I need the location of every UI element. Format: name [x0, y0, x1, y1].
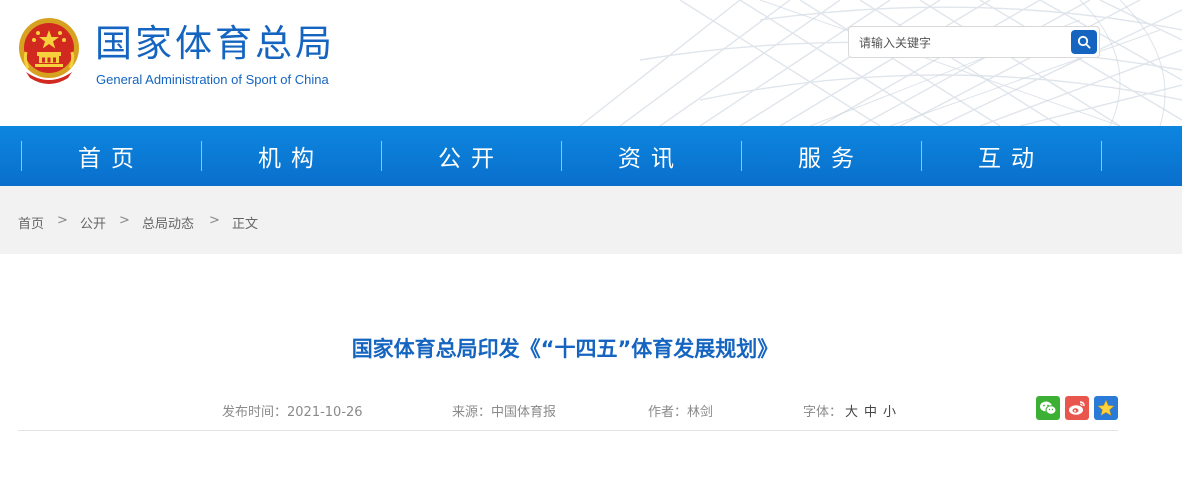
nav-item-organization[interactable]: 机构: [201, 126, 381, 186]
search-button[interactable]: [1071, 30, 1097, 54]
breadcrumb: 首页 > 公开 > 总局动态 > 正文: [0, 186, 1182, 254]
font-size-small-button[interactable]: 小: [883, 401, 896, 420]
nav-item-news[interactable]: 资讯: [561, 126, 741, 186]
stadium-lattice-decoration: [579, 0, 1182, 126]
nav-item-interaction[interactable]: 互动: [921, 126, 1101, 186]
breadcrumb-separator: >: [57, 213, 68, 228]
share-wechat-button[interactable]: [1036, 396, 1060, 420]
national-emblem-logo: [19, 18, 79, 84]
article-title: 国家体育总局印发《“十四五”体育发展规划》: [351, 337, 779, 362]
meta-divider: [18, 430, 1118, 431]
share-weibo-button[interactable]: [1065, 396, 1089, 420]
breadcrumb-home[interactable]: 首页: [18, 213, 44, 232]
font-size-medium-button[interactable]: 中: [864, 401, 877, 420]
nav-item-services[interactable]: 服务: [741, 126, 921, 186]
search-input[interactable]: [859, 33, 1059, 53]
breadcrumb-public[interactable]: 公开: [80, 213, 106, 232]
nav-separator: [1101, 141, 1102, 171]
nav-item-public[interactable]: 公开: [381, 126, 561, 186]
publish-time: 发布时间：2021-10-26: [222, 405, 363, 420]
weibo-icon: [1069, 401, 1085, 415]
breadcrumb-current: 正文: [232, 217, 259, 232]
breadcrumb-bureau-news[interactable]: 总局动态: [142, 213, 194, 232]
breadcrumb-separator: >: [119, 213, 130, 228]
article-author: 作者：林剑: [648, 405, 714, 420]
search-box: [848, 26, 1100, 58]
search-icon: [1077, 35, 1091, 49]
font-size-label: 字体：: [803, 405, 843, 420]
main-nav: 首页 机构 公开 资讯 服务 互动: [0, 126, 1182, 186]
wechat-icon: [1040, 401, 1057, 415]
share-favorite-button[interactable]: [1094, 396, 1118, 420]
font-size-large-button[interactable]: 大: [845, 401, 858, 420]
site-name-chinese: 国家体育总局: [95, 22, 335, 65]
site-name-english: General Administration of Sport of China: [96, 72, 329, 87]
site-header: 国家体育总局 General Administration of Sport o…: [0, 0, 1182, 126]
breadcrumb-separator: >: [209, 213, 220, 228]
nav-item-home[interactable]: 首页: [21, 126, 201, 186]
article-source: 来源：中国体育报: [452, 405, 557, 420]
favorite-star-icon: [1097, 399, 1115, 416]
